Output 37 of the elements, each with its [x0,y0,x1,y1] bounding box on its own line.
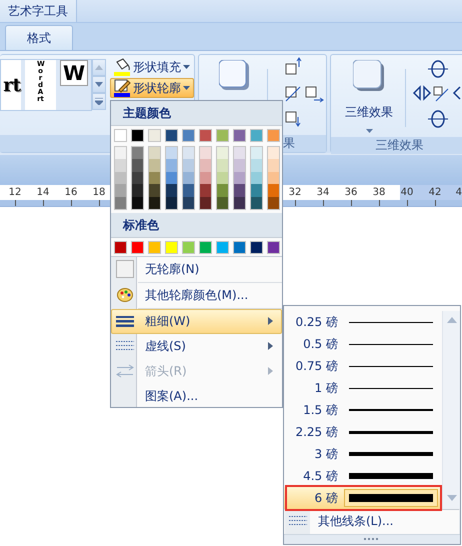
menu-item[interactable]: 图案(A)... [111,384,282,407]
wordart-thumbnail[interactable]: rt [1,60,21,110]
ruler-number: 16 [64,186,78,200]
ruler-number: 36 [344,186,358,200]
ribbon-tab[interactable]: 格式 [5,25,73,50]
menu-item[interactable]: 粗细(W) [111,308,282,334]
3d-effects-button[interactable]: 三维效果 [337,55,401,137]
line-weight-option[interactable]: 6 磅 [284,487,442,509]
group-label: 果 [283,135,295,152]
shape-outline-button[interactable]: 形状轮廓 [110,78,194,98]
contextual-tab-label: 艺术字工具 [0,0,77,22]
wordart-thumbnail[interactable]: W [60,60,88,86]
line-weight-option[interactable]: 4.5 磅 [284,465,442,487]
ruler-number: 4 [454,186,462,200]
ruler-number: 32 [288,186,302,200]
menu-item[interactable]: 其他线条(L)... [284,509,460,534]
line-weight-option[interactable]: 1.5 磅 [284,399,442,421]
line-weight-option[interactable]: 3 磅 [284,443,442,465]
line-weight-option[interactable]: 0.25 磅 [284,311,442,333]
ruler-number: 34 [316,186,330,200]
menu-item[interactable]: 无轮廓(N) [111,256,282,282]
section-header: 主题颜色 [111,101,282,126]
ruler-number: 42 [428,186,442,200]
line-weight-option[interactable]: 2.25 磅 [284,421,442,443]
section-header: 标准色 [111,212,282,238]
menu-item[interactable]: 其他轮廓颜色(M)... [111,282,282,308]
line-weight-option[interactable]: 0.75 磅 [284,355,442,377]
ruler-number: 12 [8,186,22,200]
menu-item[interactable]: 虚线(S) [111,334,282,359]
group-label: 三维效果 [374,137,424,154]
ruler-number: 40 [400,186,414,200]
shape-fill-button[interactable]: 形状填充 [110,57,194,77]
ruler-number: 14 [36,186,50,200]
ruler-number: 18 [92,186,106,200]
line-weight-option[interactable]: 0.5 磅 [284,333,442,355]
ruler-number: 38 [372,186,386,200]
line-weight-option[interactable]: 1 磅 [284,377,442,399]
